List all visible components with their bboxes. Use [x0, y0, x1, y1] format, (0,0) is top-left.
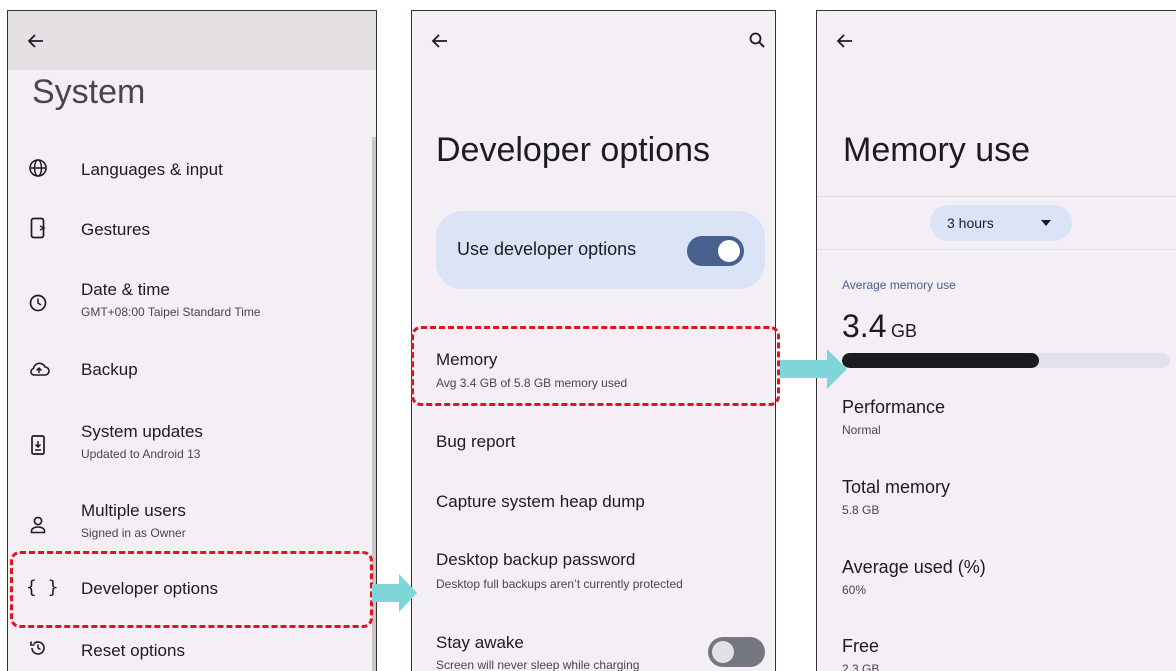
setting-item-title: Stay awake	[436, 633, 524, 652]
setting-item-title: Desktop backup password	[436, 550, 636, 569]
setting-item-subtitle: Updated to Android 13	[81, 447, 201, 461]
setting-item-title: Date & time	[81, 280, 170, 299]
stay-awake-toggle[interactable]	[708, 637, 765, 667]
average-memory-unit: GB	[890, 321, 917, 341]
stat-value: 5.8 GB	[842, 503, 880, 517]
setting-item-heap-dump[interactable]: Capture system heap dump	[412, 481, 775, 526]
memory-usage-bar	[842, 353, 1170, 368]
stat-title: Performance	[842, 397, 946, 417]
arrow-right-icon	[780, 349, 847, 389]
stat-title: Free	[842, 636, 880, 656]
gestures-icon	[30, 217, 46, 239]
setting-item-subtitle: Screen will never sleep while charging	[436, 658, 640, 671]
period-value: 3 hours	[947, 215, 994, 231]
person-icon	[30, 516, 46, 534]
stat-value: 60%	[842, 583, 867, 597]
setting-item-title: Backup	[81, 360, 138, 379]
memory-use-screen: Memory use 3 hours Average memory use 3.…	[816, 10, 1176, 671]
setting-item-system-updates[interactable]: System updates Updated to Android 13	[8, 416, 368, 476]
back-arrow-icon[interactable]	[26, 31, 46, 51]
setting-item-title: Multiple users	[81, 501, 186, 520]
period-dropdown[interactable]: 3 hours	[930, 205, 1072, 241]
setting-item-title: Bug report	[436, 432, 516, 451]
divider	[817, 249, 1176, 250]
setting-item-languages[interactable]: Languages & input	[8, 146, 368, 196]
setting-item-subtitle: GMT+08:00 Taipei Standard Time	[81, 305, 261, 319]
toggle-thumb	[718, 240, 740, 262]
clock-icon	[29, 294, 47, 312]
back-arrow-icon[interactable]	[835, 31, 855, 51]
top-app-bar	[8, 11, 376, 70]
divider	[817, 196, 1176, 197]
stat-title: Total memory	[842, 477, 951, 497]
master-switch-toggle[interactable]	[687, 236, 744, 266]
setting-item-title: System updates	[81, 422, 203, 441]
average-memory-value: 3.4 GB	[842, 308, 917, 345]
stat-performance: Performance Normal	[817, 391, 1176, 451]
setting-item-title: Reset options	[81, 641, 185, 660]
back-arrow-icon[interactable]	[430, 31, 450, 51]
system-update-icon	[31, 435, 45, 455]
setting-item-gestures[interactable]: Gestures	[8, 206, 368, 256]
setting-item-multiple-users[interactable]: Multiple users Signed in as Owner	[8, 495, 368, 555]
page-title: Developer options	[436, 131, 711, 169]
page-title: System	[32, 73, 146, 111]
stat-free: Free 2.3 GB	[817, 630, 1176, 671]
history-icon	[29, 639, 47, 657]
master-switch-card[interactable]: Use developer options	[436, 211, 765, 289]
setting-item-stay-awake[interactable]: Stay awake Screen will never sleep while…	[412, 621, 775, 671]
toggle-thumb	[712, 641, 734, 663]
setting-item-date-time[interactable]: Date & time GMT+08:00 Taipei Standard Ti…	[8, 274, 368, 334]
arrow-right-icon	[372, 574, 417, 612]
dropdown-arrow-icon	[1041, 220, 1051, 226]
highlight-developer-options	[10, 551, 373, 628]
setting-item-backup[interactable]: Backup	[8, 346, 368, 396]
page-title: Memory use	[843, 131, 1031, 169]
stat-average-used: Average used (%) 60%	[817, 551, 1176, 611]
setting-item-title: Languages & input	[81, 160, 223, 179]
stat-total-memory: Total memory 5.8 GB	[817, 471, 1176, 531]
highlight-memory	[411, 326, 780, 406]
setting-item-bug-report[interactable]: Bug report	[412, 421, 775, 466]
setting-item-subtitle: Desktop full backups aren’t currently pr…	[436, 577, 683, 591]
setting-item-title: Capture system heap dump	[436, 492, 645, 511]
setting-item-backup-password[interactable]: Desktop backup password Desktop full bac…	[412, 541, 775, 601]
setting-item-subtitle: Signed in as Owner	[81, 526, 186, 540]
cloud-upload-icon	[28, 361, 50, 377]
globe-icon	[28, 158, 48, 178]
average-memory-label: Average memory use	[842, 278, 956, 292]
setting-item-title: Gestures	[81, 220, 150, 239]
search-icon[interactable]	[749, 32, 765, 48]
master-switch-label: Use developer options	[457, 239, 637, 259]
setting-item-reset-options[interactable]: Reset options	[8, 631, 368, 671]
stat-value: Normal	[842, 423, 881, 437]
stat-value: 2.3 GB	[842, 662, 880, 671]
stat-title: Average used (%)	[842, 557, 986, 577]
memory-usage-fill	[842, 353, 1039, 368]
average-memory-number: 3.4	[842, 308, 887, 344]
